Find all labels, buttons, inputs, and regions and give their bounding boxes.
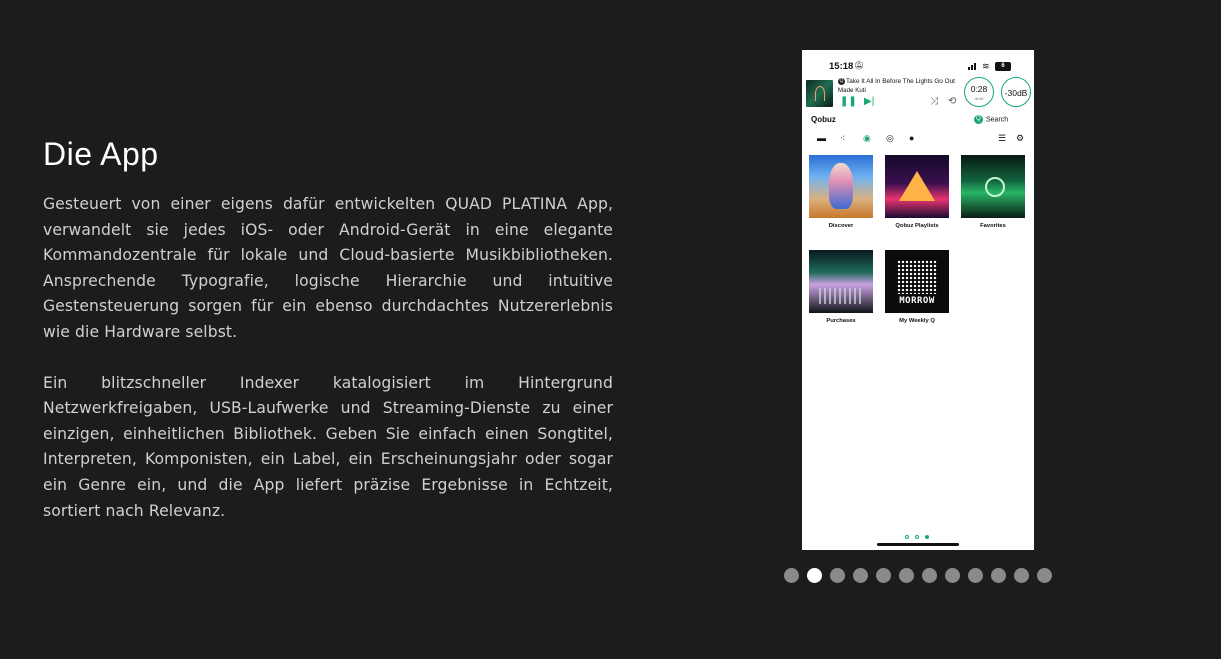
- status-time: 15:18: [829, 61, 854, 72]
- radio-icon[interactable]: ◎: [886, 133, 894, 143]
- tile-label: Discover: [828, 223, 854, 229]
- pause-button[interactable]: ❚❚: [840, 97, 857, 107]
- qobuz-logo-icon: Q: [838, 78, 845, 85]
- service-title: Qobuz: [811, 115, 836, 124]
- tile-label: Qobuz Playlists: [895, 223, 939, 229]
- carousel-dot[interactable]: [922, 568, 937, 583]
- now-playing-title[interactable]: Q Take It All In Before The Lights Go Out: [838, 78, 955, 85]
- carousel-dot[interactable]: [853, 568, 868, 583]
- now-playing-artist[interactable]: Made Kuti: [838, 87, 866, 94]
- folder-icon[interactable]: ▬: [817, 133, 826, 143]
- carousel-dot[interactable]: [784, 568, 799, 583]
- list-view-icon[interactable]: ☰: [998, 133, 1006, 143]
- repeat-button[interactable]: ⟲: [948, 97, 956, 107]
- page-dot[interactable]: [925, 535, 929, 539]
- intro-paragraph: Gesteuert von einer eigens dafür entwick…: [43, 195, 613, 341]
- app-screenshot: 15:18 🔕︎ ≋ 6 Q Take It All In Before The …: [802, 50, 1034, 550]
- elapsed-time-ring[interactable]: 0:28 /5:40: [964, 77, 994, 107]
- qobuz-icon[interactable]: ◉: [863, 133, 871, 143]
- carousel-dot[interactable]: [899, 568, 914, 583]
- page-dot[interactable]: [905, 535, 909, 539]
- home-indicator[interactable]: [877, 543, 959, 546]
- wifi-icon: ≋: [982, 61, 990, 71]
- content-section: Die App Gesteuert von einer eigens dafür…: [43, 136, 613, 549]
- tile-discover[interactable]: Discover: [809, 155, 873, 229]
- bell-icon: 🔕︎: [854, 61, 865, 70]
- volume-ring[interactable]: -30dB: [1001, 77, 1031, 107]
- discover-cover: [809, 155, 873, 218]
- carousel-dot[interactable]: [991, 568, 1006, 583]
- carousel-dot[interactable]: [968, 568, 983, 583]
- carousel-dot[interactable]: [876, 568, 891, 583]
- section-heading: Die App: [43, 136, 159, 172]
- next-track-button[interactable]: ▶|: [864, 97, 874, 107]
- purchases-cover: [809, 250, 873, 313]
- elapsed-time: 0:28: [970, 84, 988, 94]
- track-title: Take It All In Before The Lights Go Out: [846, 78, 955, 86]
- status-bar: 15:18 🔕︎ ≋ 6: [802, 50, 1034, 72]
- battery-icon: 6: [995, 62, 1011, 71]
- tile-my-weekly-q[interactable]: MORROW My Weekly Q: [885, 250, 949, 324]
- tile-favorites[interactable]: Favorites: [961, 155, 1025, 229]
- shuffle-button[interactable]: ⤨: [930, 97, 938, 107]
- now-playing-artwork[interactable]: [806, 80, 833, 107]
- carousel-dot[interactable]: [1037, 568, 1052, 583]
- page-dot[interactable]: [915, 535, 919, 539]
- spotify-icon[interactable]: ●: [909, 133, 914, 143]
- search-icon: Q: [974, 115, 983, 124]
- favorites-cover: [961, 155, 1025, 218]
- tile-label: My Weekly Q: [899, 318, 935, 324]
- tile-label: Favorites: [980, 223, 1006, 229]
- tile-label: Purchases: [826, 318, 856, 324]
- tile-purchases[interactable]: Purchases: [809, 250, 873, 324]
- weekly-cover: MORROW: [885, 250, 949, 313]
- tidal-icon[interactable]: ⁖: [840, 133, 845, 143]
- gear-icon[interactable]: ⚙: [1016, 133, 1024, 143]
- cover-text: MORROW: [899, 296, 935, 306]
- carousel-dot[interactable]: [945, 568, 960, 583]
- search-label: Search: [986, 116, 1009, 124]
- carousel-dot[interactable]: [830, 568, 845, 583]
- tile-qobuz-playlists[interactable]: Qobuz Playlists: [885, 155, 949, 229]
- signal-icon: [968, 63, 978, 70]
- search-button[interactable]: Q Search: [974, 115, 1008, 124]
- playlists-cover: [885, 155, 949, 218]
- dot-pattern: [897, 260, 937, 294]
- carousel-dot[interactable]: [1014, 568, 1029, 583]
- indexer-paragraph: Ein blitzschneller Indexer katalogisiert…: [43, 373, 613, 520]
- volume-level: -30dB: [1004, 88, 1028, 98]
- track-duration: /5:40: [974, 96, 984, 101]
- carousel-dot[interactable]: [807, 568, 822, 583]
